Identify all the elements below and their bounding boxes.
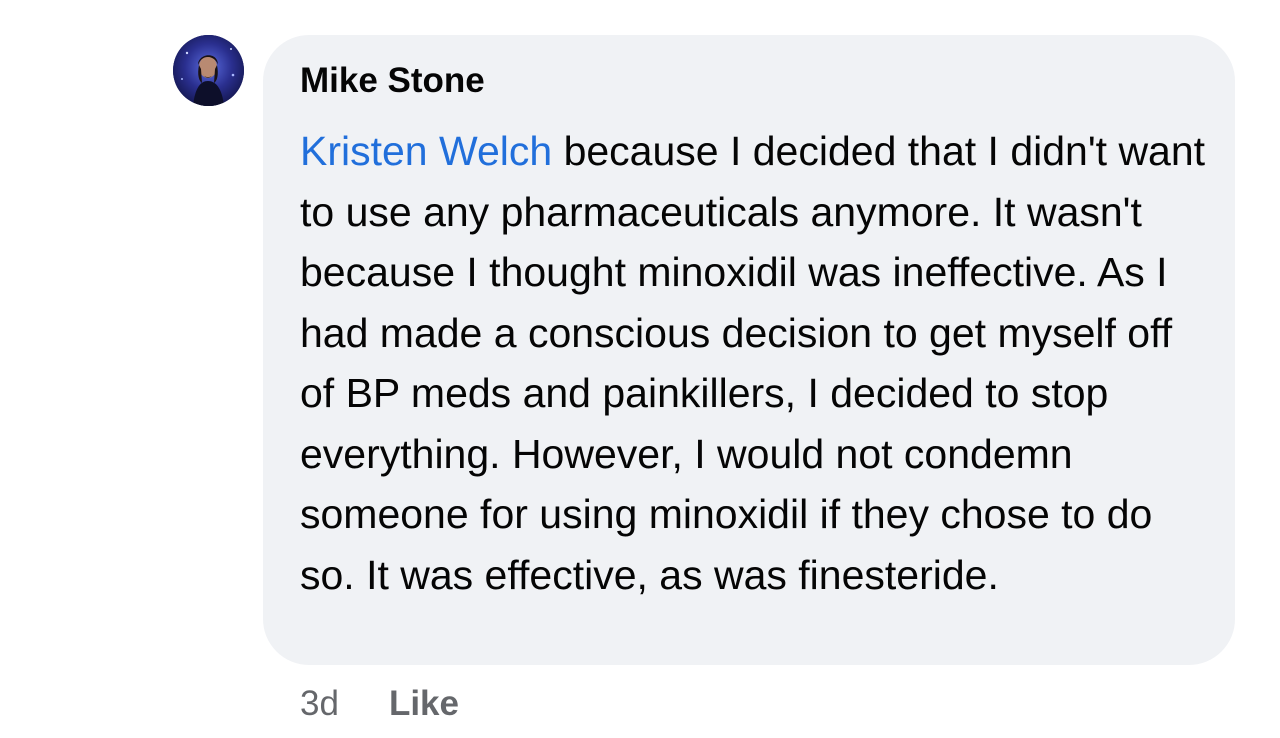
comment-text: because I decided that I didn't want to …	[300, 128, 1206, 598]
author-name[interactable]: Mike Stone	[300, 61, 485, 101]
comment-actions: 3d Like	[300, 682, 459, 726]
profile-photo-icon	[173, 35, 244, 106]
comment-thread: Mike Stone Kristen Welch because I decid…	[0, 0, 1280, 738]
timestamp[interactable]: 3d	[300, 684, 339, 724]
comment-body: Kristen Welch because I decided that I d…	[300, 121, 1210, 605]
avatar[interactable]	[173, 35, 244, 106]
like-button[interactable]: Like	[389, 684, 459, 724]
mention-link[interactable]: Kristen Welch	[300, 128, 552, 174]
comment-bubble: Mike Stone Kristen Welch because I decid…	[263, 35, 1235, 665]
